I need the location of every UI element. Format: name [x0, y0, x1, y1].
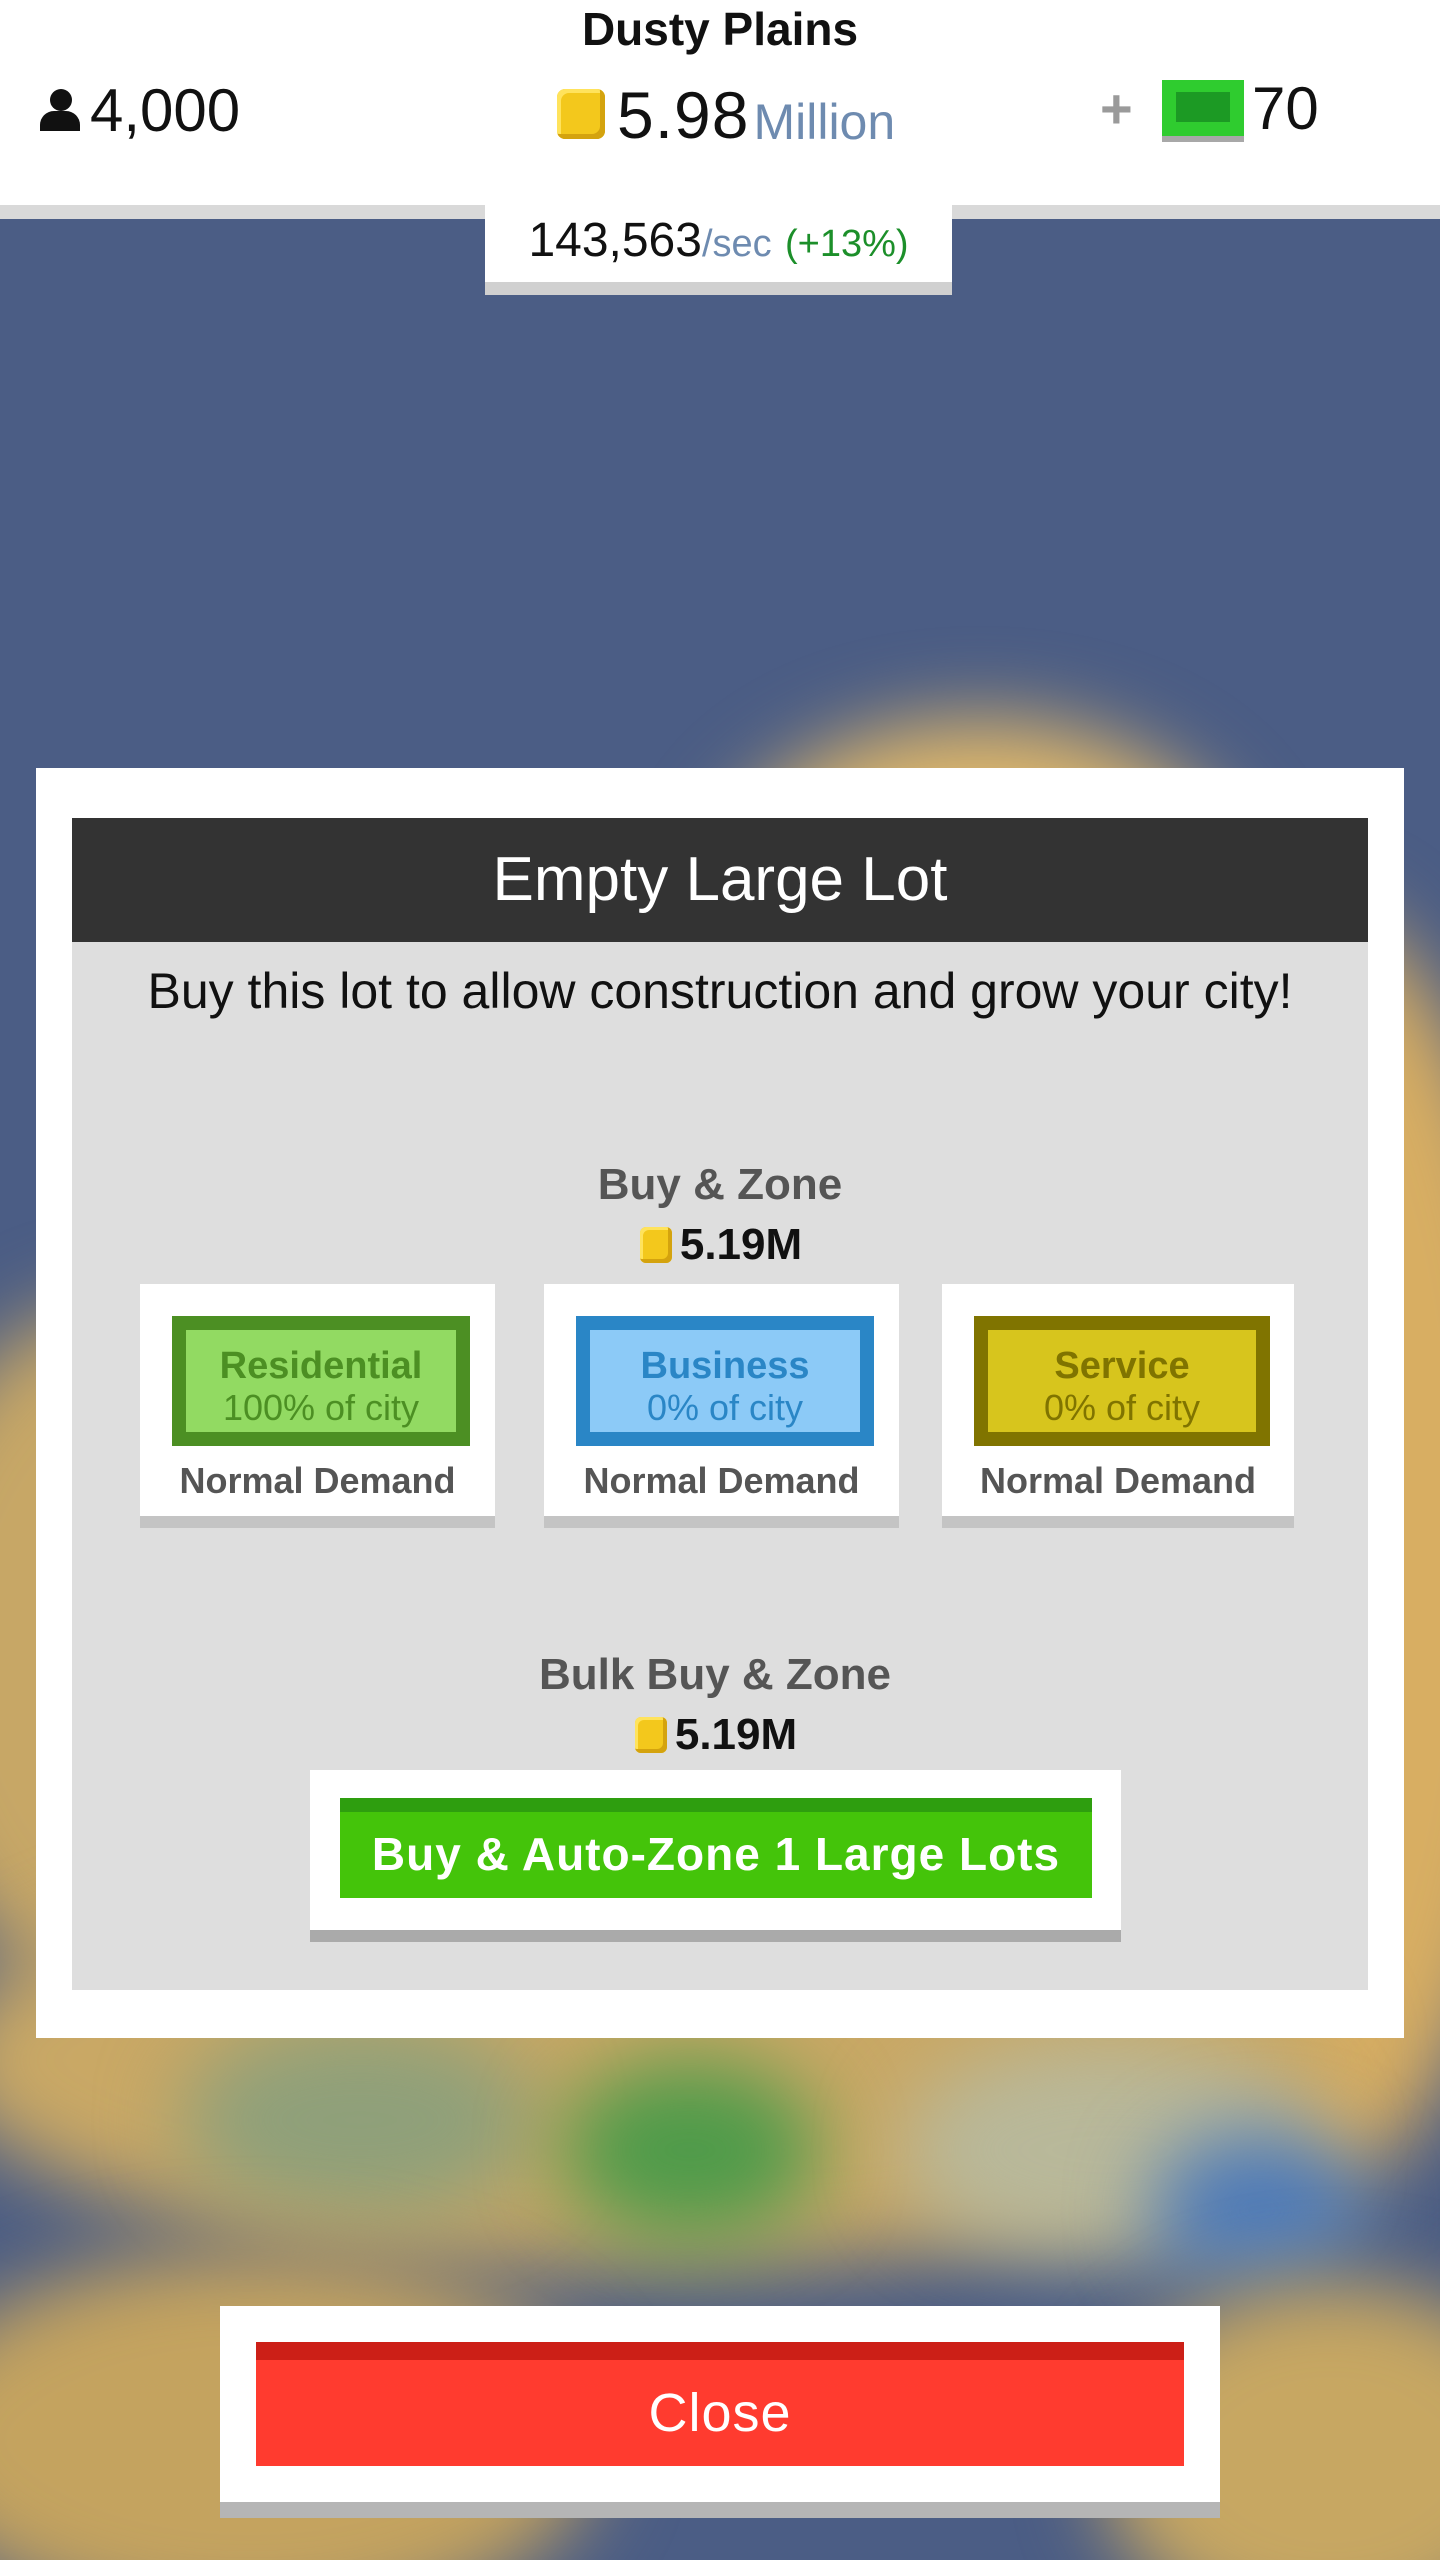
city-name: Dusty Plains: [581, 3, 859, 55]
income-bonus: (+13%): [785, 223, 909, 265]
buy-zone-price: 5.19M: [0, 1220, 1440, 1270]
bulk-buy-price: 5.19M: [0, 1710, 1435, 1760]
income-rate: 143,563: [528, 214, 702, 267]
dialog-title: Empty Large Lot: [72, 818, 1368, 942]
coin-icon: [555, 87, 607, 143]
top-status-bar: Dusty Plains 4,000 5.98 Million + 70: [0, 0, 1440, 205]
population-value: 4,000: [90, 76, 241, 144]
zone-card-business[interactable]: Business 0% of city Normal Demand: [544, 1284, 899, 1516]
dialog-description: Buy this lot to allow construction and g…: [147, 963, 1293, 1019]
money-unit: Million: [753, 94, 896, 150]
buy-auto-zone-button[interactable]: Buy & Auto-Zone 1 Large Lots: [340, 1798, 1092, 1898]
population-counter: 4,000: [38, 70, 240, 150]
bulk-buy-price-value: 5.19M: [674, 1710, 798, 1759]
zone-share: 100% of city: [222, 1387, 420, 1428]
coin-icon: [638, 1225, 674, 1265]
money-counter: 5.98 Million: [555, 70, 895, 160]
zone-name: Business: [640, 1345, 810, 1387]
zone-demand: Normal Demand: [979, 1460, 1257, 1501]
cash-value: 70: [1252, 74, 1319, 142]
cash-icon: [1162, 80, 1244, 136]
buy-cash-plus-button[interactable]: +: [1100, 76, 1133, 141]
money-value: 5.98: [617, 78, 750, 152]
coin-icon: [633, 1715, 669, 1755]
cash-counter[interactable]: 70: [1162, 75, 1319, 142]
income-unit: /sec: [701, 223, 772, 265]
zone-card-residential[interactable]: Residential 100% of city Normal Demand: [140, 1284, 495, 1516]
zone-name: Service: [1054, 1345, 1190, 1387]
zone-demand: Normal Demand: [583, 1460, 860, 1501]
zone-card-service[interactable]: Service 0% of city Normal Demand: [942, 1284, 1294, 1516]
zone-share: 0% of city: [646, 1387, 804, 1428]
bulk-buy-title: Bulk Buy & Zone: [538, 1650, 892, 1699]
zone-demand: Normal Demand: [179, 1460, 456, 1501]
zone-button-residential[interactable]: Residential 100% of city: [172, 1316, 470, 1446]
income-rate-shadow: [485, 282, 952, 295]
zone-button-business[interactable]: Business 0% of city: [576, 1316, 874, 1446]
zone-button-service[interactable]: Service 0% of city: [974, 1316, 1270, 1446]
zone-name: Residential: [219, 1345, 423, 1387]
income-rate-box: 143,563/sec (+13%): [485, 205, 952, 282]
zone-share: 0% of city: [1043, 1387, 1201, 1428]
buy-zone-price-value: 5.19M: [679, 1220, 803, 1269]
close-button[interactable]: Close: [256, 2342, 1184, 2466]
person-icon: [38, 87, 82, 133]
buy-zone-title: Buy & Zone: [597, 1160, 843, 1209]
